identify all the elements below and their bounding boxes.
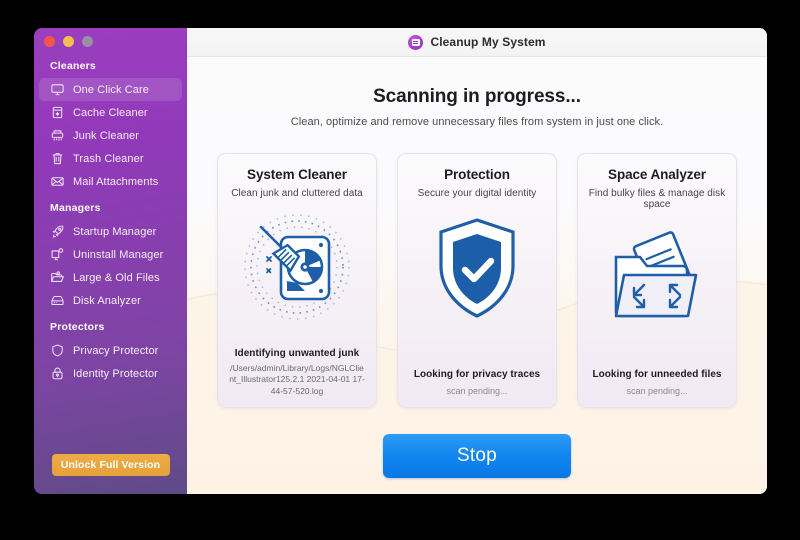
page-subtitle: Clean, optimize and remove unnecessary f… [290,116,664,128]
sidebar-item-identity-protector[interactable]: Identity Protector [39,362,182,385]
sidebar-item-label: Mail Attachments [73,175,159,188]
close-button[interactable] [44,36,55,47]
monitor-gear-icon [50,247,65,262]
card-subtitle: Clean junk and cluttered data [231,188,363,199]
sidebar-section-header-managers: Managers [50,202,101,214]
sidebar: Cleaners One Click Care Cache Cleaner Ju… [34,28,187,494]
card-space-analyzer[interactable]: Space Analyzer Find bulky files & manage… [577,153,737,408]
card-footer: Looking for privacy traces scan pending.… [406,369,548,397]
card-footer: Looking for unneeded files scan pending.… [586,369,728,397]
card-subtitle: Secure your digital identity [417,188,537,199]
app-titlebar: Cleanup My System [187,28,767,57]
card-detail: scan pending... [446,385,508,396]
page-title: Scanning in progress... [373,86,581,107]
sidebar-item-privacy-protector[interactable]: Privacy Protector [39,339,182,362]
sidebar-item-label: Trash Cleaner [73,152,144,165]
shield-check-icon [425,209,529,327]
envelope-icon [50,174,65,189]
card-status: Looking for unneeded files [592,368,722,380]
sidebar-item-label: Startup Manager [73,225,157,238]
stop-button-container: Stop [187,434,767,478]
cache-box-icon [50,105,65,120]
sidebar-item-label: Uninstall Manager [73,248,164,261]
app-window: Cleaners One Click Care Cache Cleaner Ju… [34,28,767,494]
card-protection[interactable]: Protection Secure your digital identity … [397,153,557,408]
card-subtitle: Find bulky files & manage disk space [588,188,726,210]
sidebar-item-label: One Click Care [73,83,149,96]
sidebar-item-mail-attachments[interactable]: Mail Attachments [39,170,182,193]
sidebar-item-label: Junk Cleaner [73,129,140,142]
sidebar-item-label: Privacy Protector [73,344,159,357]
trash-icon [50,151,65,166]
sidebar-item-one-click-care[interactable]: One Click Care [39,78,182,101]
unlock-full-version-container: Unlock Full Version [34,454,187,476]
sidebar-item-startup-manager[interactable]: Startup Manager [39,220,182,243]
minimize-button[interactable] [63,36,74,47]
app-logo-icon [408,34,424,50]
card-title: Space Analyzer [608,167,706,182]
sidebar-item-label: Cache Cleaner [73,106,148,119]
window-traffic-lights [44,36,93,47]
disk-icon [50,293,65,308]
sidebar-section-header-cleaners: Cleaners [50,60,96,72]
sidebar-item-trash-cleaner[interactable]: Trash Cleaner [39,147,182,170]
sidebar-item-disk-analyzer[interactable]: Disk Analyzer [39,289,182,312]
screenshot-root: Cleaners One Click Care Cache Cleaner Ju… [0,0,800,540]
sidebar-item-cache-cleaner[interactable]: Cache Cleaner [39,101,182,124]
folder-expand-icon [602,220,712,338]
sidebar-item-label: Disk Analyzer [73,294,141,307]
card-title: Protection [444,167,510,182]
card-title: System Cleaner [247,167,347,182]
unlock-full-version-button[interactable]: Unlock Full Version [51,454,170,476]
main-content: Scanning in progress... Clean, optimize … [187,86,767,478]
main-panel: Cleanup My System Scanning in progress..… [187,28,767,494]
sidebar-item-label: Large & Old Files [73,271,160,284]
lock-icon [50,366,65,381]
sidebar-nav: Cleaners One Click Care Cache Cleaner Ju… [34,28,187,385]
card-detail: scan pending... [626,385,688,396]
shredder-icon [50,128,65,143]
stop-button[interactable]: Stop [383,434,571,478]
card-status: Identifying unwanted junk [234,347,360,359]
zoom-button[interactable] [82,36,93,47]
card-status: Looking for privacy traces [413,368,541,380]
sidebar-item-label: Identity Protector [73,367,158,380]
folder-files-icon [50,270,65,285]
scan-cards: System Cleaner Clean junk and cluttered … [187,153,767,408]
shield-icon [50,343,65,358]
card-system-cleaner[interactable]: System Cleaner Clean junk and cluttered … [217,153,377,408]
rocket-icon [50,224,65,239]
card-footer: Identifying unwanted junk /Users/admin/L… [226,348,368,397]
broom-disk-scan-icon [237,209,357,327]
sidebar-item-junk-cleaner[interactable]: Junk Cleaner [39,124,182,147]
sidebar-section-header-protectors: Protectors [50,321,105,333]
sidebar-item-uninstall-manager[interactable]: Uninstall Manager [39,243,182,266]
app-title: Cleanup My System [430,35,546,49]
monitor-icon [50,82,65,97]
card-detail: /Users/admin/Library/Logs/NGLClient_Illu… [229,362,365,396]
sidebar-item-large-old-files[interactable]: Large & Old Files [39,266,182,289]
